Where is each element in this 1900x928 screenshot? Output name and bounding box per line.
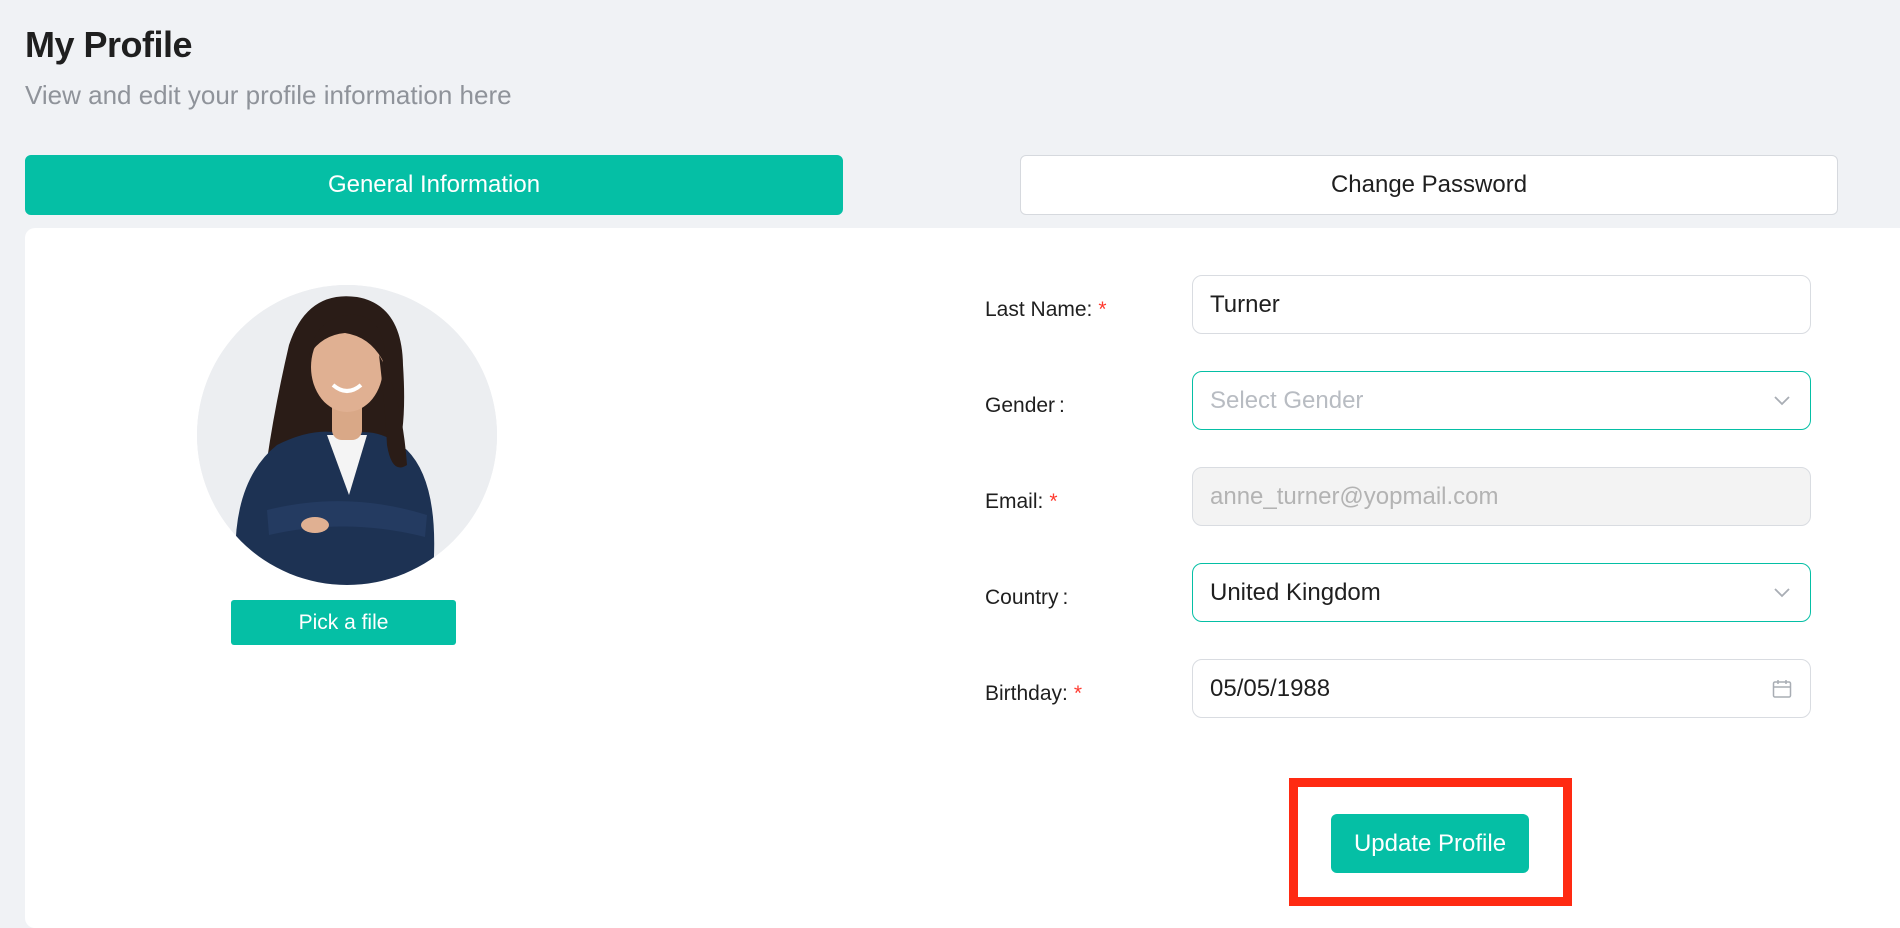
last-name-label-text: Last Name:: [985, 298, 1093, 321]
gender-select[interactable]: Select Gender: [1192, 371, 1811, 430]
calendar-icon[interactable]: [1771, 678, 1793, 700]
gender-placeholder: Select Gender: [1210, 386, 1364, 414]
country-label: Country:: [985, 586, 1068, 610]
last-name-value: Turner: [1210, 290, 1280, 318]
label-colon: :: [1062, 586, 1069, 609]
chevron-down-icon: [1771, 582, 1793, 604]
email-value: anne_turner@yopmail.com: [1210, 482, 1499, 510]
country-label-text: Country: [985, 586, 1059, 609]
highlight-box: [1289, 778, 1572, 906]
birthday-value: 05/05/1988: [1210, 674, 1331, 702]
birthday-datepicker[interactable]: 05/05/1988: [1192, 659, 1811, 718]
required-marker: *: [1049, 490, 1058, 513]
country-value: United Kingdom: [1210, 578, 1381, 606]
last-name-field[interactable]: Turner: [1192, 275, 1811, 334]
tab-change-password[interactable]: Change Password: [1020, 155, 1838, 215]
tab-general-information[interactable]: General Information: [25, 155, 843, 215]
country-select[interactable]: United Kingdom: [1192, 563, 1811, 622]
email-label: Email: *: [985, 490, 1058, 514]
chevron-down-icon: [1771, 390, 1793, 412]
required-marker: *: [1073, 682, 1083, 705]
gender-label: Gender:: [985, 394, 1065, 418]
page-subtitle: View and edit your profile information h…: [25, 80, 512, 110]
birthday-label: Birthday: *: [985, 682, 1082, 706]
page-title: My Profile: [25, 24, 193, 65]
required-marker: *: [1098, 298, 1107, 321]
pick-file-button[interactable]: Pick a file: [231, 600, 456, 645]
avatar: [197, 285, 497, 585]
gender-label-text: Gender: [985, 394, 1056, 417]
email-label-text: Email:: [985, 490, 1044, 513]
email-field: anne_turner@yopmail.com: [1192, 467, 1811, 526]
avatar-photo: [197, 285, 497, 585]
last-name-label: Last Name: *: [985, 298, 1107, 322]
label-colon: :: [1059, 394, 1065, 417]
birthday-label-text: Birthday:: [985, 682, 1068, 705]
